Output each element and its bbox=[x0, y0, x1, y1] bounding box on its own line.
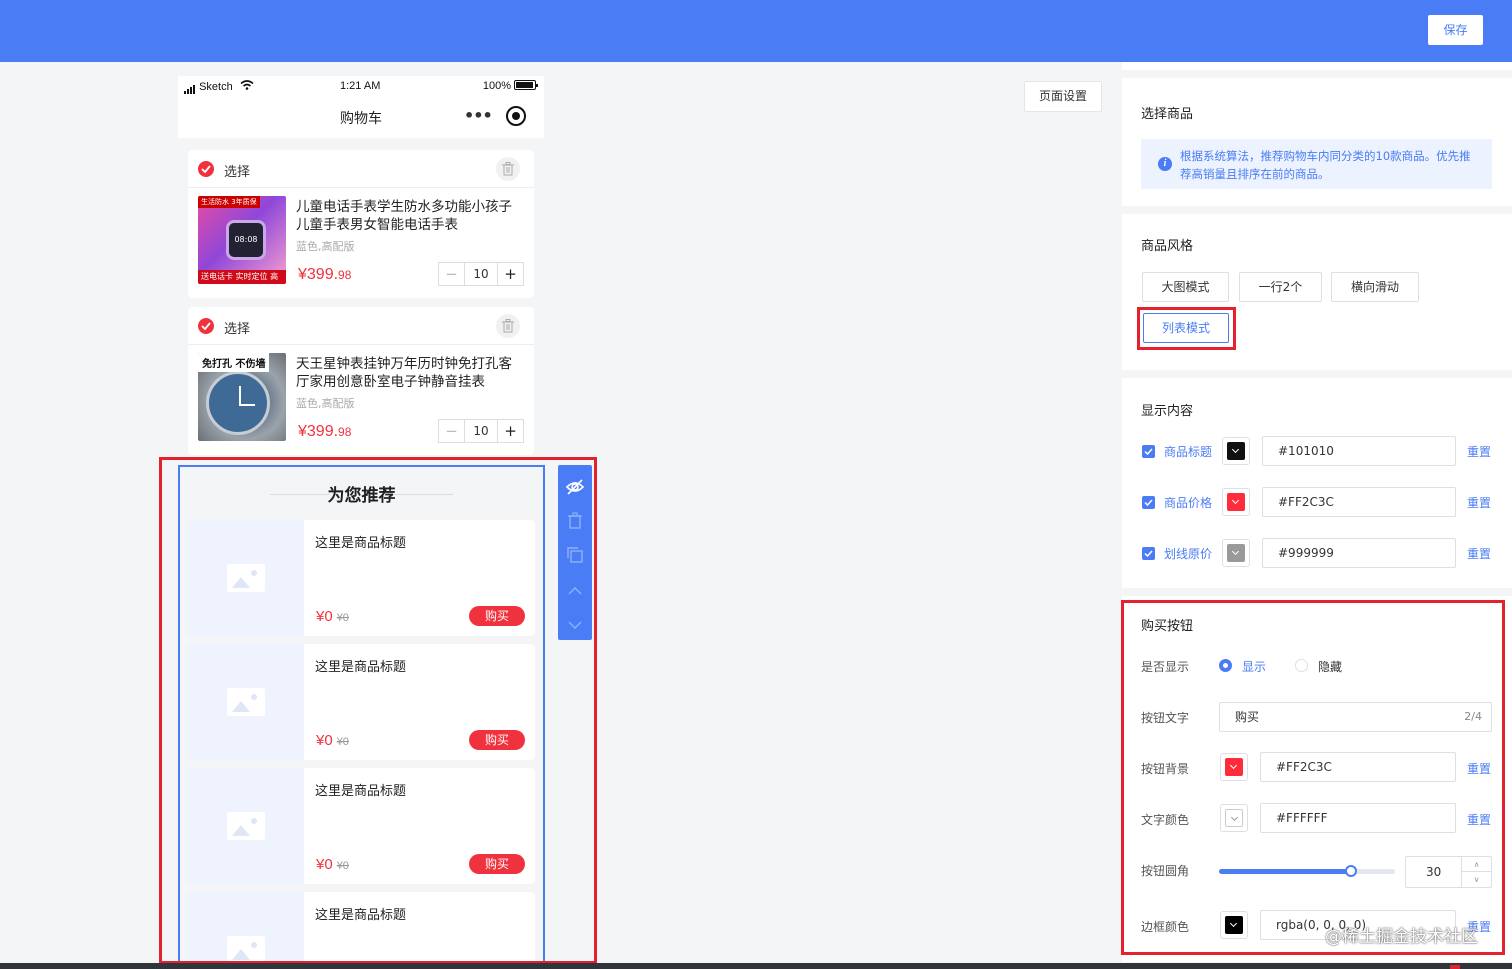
label-goods-price: 商品价格 bbox=[1164, 496, 1213, 510]
status-time: 1:21 AM bbox=[340, 80, 381, 92]
chevron-down-icon bbox=[1227, 493, 1245, 511]
highlight-frame bbox=[159, 457, 597, 964]
label-original-price: 划线原价 bbox=[1164, 547, 1213, 561]
minus-button[interactable]: − bbox=[439, 420, 465, 442]
thumb-tag: 免打孔 不伤墙 bbox=[198, 353, 270, 372]
cart-item-spec: 蓝色,高配版 bbox=[296, 240, 355, 253]
minus-button[interactable]: − bbox=[439, 263, 465, 285]
cart-item-title: 儿童电话手表学生防水多功能小孩子儿童手表男女智能电话手表 bbox=[296, 199, 512, 233]
copy-icon[interactable] bbox=[565, 545, 585, 565]
page-settings-button[interactable]: 页面设置 bbox=[1024, 81, 1102, 112]
cart-item: 选择 生活防水 3年质保 08:08 送电话卡 实时定位 高清通话 儿童电话手表… bbox=[188, 150, 534, 298]
battery-percent: 100% bbox=[482, 80, 511, 92]
watermark: @稀土掘金技术社区 bbox=[1325, 927, 1478, 947]
checked-circle-icon[interactable] bbox=[198, 318, 214, 334]
quantity-stepper: − 10 + bbox=[438, 262, 524, 286]
plus-button[interactable]: + bbox=[497, 420, 523, 442]
section-title-style: 商品风格 bbox=[1141, 239, 1194, 254]
thumb-screen-text: 08:08 bbox=[226, 220, 266, 260]
quantity-value[interactable]: 10 bbox=[465, 420, 497, 442]
color-input-original-price[interactable]: #999999 bbox=[1262, 538, 1456, 568]
trash-icon[interactable] bbox=[496, 157, 520, 181]
more-dots-icon[interactable]: ••• bbox=[464, 105, 493, 127]
status-bar: Sketch 1:21 AM 100% bbox=[178, 76, 544, 96]
thumb-bottom-text: 送电话卡 实时定位 高清通话 bbox=[198, 270, 286, 284]
bottom-bar bbox=[0, 963, 1512, 969]
cart-item-title: 天王星钟表挂钟万年历时钟免打孔客厅家用创意卧室电子钟静音挂表 bbox=[296, 356, 512, 390]
reset-goods-title[interactable]: 重置 bbox=[1467, 443, 1491, 460]
close-target-icon[interactable] bbox=[506, 106, 526, 126]
arrow-up-icon[interactable] bbox=[565, 581, 585, 601]
top-bar: 保存 bbox=[0, 0, 1512, 62]
mini-program-capsule: ••• bbox=[456, 105, 532, 129]
style-option-large[interactable]: 大图模式 bbox=[1142, 272, 1229, 302]
checkbox-original-price[interactable] bbox=[1142, 547, 1155, 560]
color-input-goods-price[interactable]: #FF2C3C bbox=[1262, 487, 1456, 517]
color-picker-goods-price[interactable] bbox=[1222, 488, 1250, 516]
battery-icon bbox=[514, 80, 538, 90]
chevron-down-icon bbox=[1227, 442, 1245, 460]
checkbox-goods-title[interactable] bbox=[1142, 445, 1155, 458]
reset-original-price[interactable]: 重置 bbox=[1467, 545, 1491, 562]
plus-button[interactable]: + bbox=[497, 263, 523, 285]
trash-icon[interactable] bbox=[496, 314, 520, 338]
checked-circle-icon[interactable] bbox=[198, 161, 214, 177]
quantity-value[interactable]: 10 bbox=[465, 263, 497, 285]
carrier-label: Sketch bbox=[199, 81, 233, 93]
checkbox-goods-price[interactable] bbox=[1142, 496, 1155, 509]
color-picker-goods-title[interactable] bbox=[1222, 437, 1250, 465]
style-option-horizontal-scroll[interactable]: 横向滑动 bbox=[1331, 272, 1419, 302]
highlight-frame bbox=[1121, 600, 1505, 955]
thumb-tag: 生活防水 3年质保 bbox=[198, 196, 260, 208]
label-goods-title: 商品标题 bbox=[1164, 445, 1213, 459]
style-option-two-per-row[interactable]: 一行2个 bbox=[1239, 272, 1322, 302]
wifi-icon bbox=[240, 80, 254, 90]
arrow-down-icon[interactable] bbox=[565, 615, 585, 635]
wall-clock-product-image: 免打孔 不伤墙 bbox=[198, 353, 286, 441]
color-input-goods-title[interactable]: #101010 bbox=[1262, 436, 1456, 466]
cart-item-price: ¥399.98 bbox=[298, 423, 352, 440]
cart-select-label: 选择 bbox=[224, 165, 251, 180]
phone-nav-bar: 购物车 ••• bbox=[178, 96, 544, 138]
section-title-display: 显示内容 bbox=[1141, 404, 1194, 419]
save-button[interactable]: 保存 bbox=[1428, 15, 1483, 45]
trash-icon[interactable] bbox=[565, 510, 585, 530]
cart-item-spec: 蓝色,高配版 bbox=[296, 397, 355, 410]
eye-off-icon[interactable] bbox=[565, 477, 585, 497]
section-title-select-goods: 选择商品 bbox=[1141, 107, 1194, 122]
smartwatch-product-image: 生活防水 3年质保 08:08 送电话卡 实时定位 高清通话 bbox=[198, 196, 286, 284]
reset-goods-price[interactable]: 重置 bbox=[1467, 494, 1491, 511]
color-picker-original-price[interactable] bbox=[1222, 539, 1250, 567]
chevron-down-icon bbox=[1227, 544, 1245, 562]
info-icon: i bbox=[1158, 157, 1172, 171]
component-toolbar bbox=[558, 465, 592, 640]
quantity-stepper: − 10 + bbox=[438, 419, 524, 443]
highlight-frame bbox=[1137, 307, 1236, 350]
cart-item-price: ¥399.98 bbox=[298, 266, 352, 283]
info-notice: i 根据系统算法，推荐购物车内同分类的10款商品。优先推荐高销量且排序在前的商品… bbox=[1141, 139, 1492, 189]
cart-select-label: 选择 bbox=[224, 322, 251, 337]
signal-icon bbox=[184, 82, 196, 94]
cart-item: 选择 免打孔 不伤墙 天王星钟表挂钟万年历时钟免打孔客厅家用创意卧室电子钟静音挂… bbox=[188, 307, 534, 455]
clock-face bbox=[206, 371, 270, 435]
notice-text: 根据系统算法，推荐购物车内同分类的10款商品。优先推荐高销量且排序在前的商品。 bbox=[1180, 149, 1471, 181]
